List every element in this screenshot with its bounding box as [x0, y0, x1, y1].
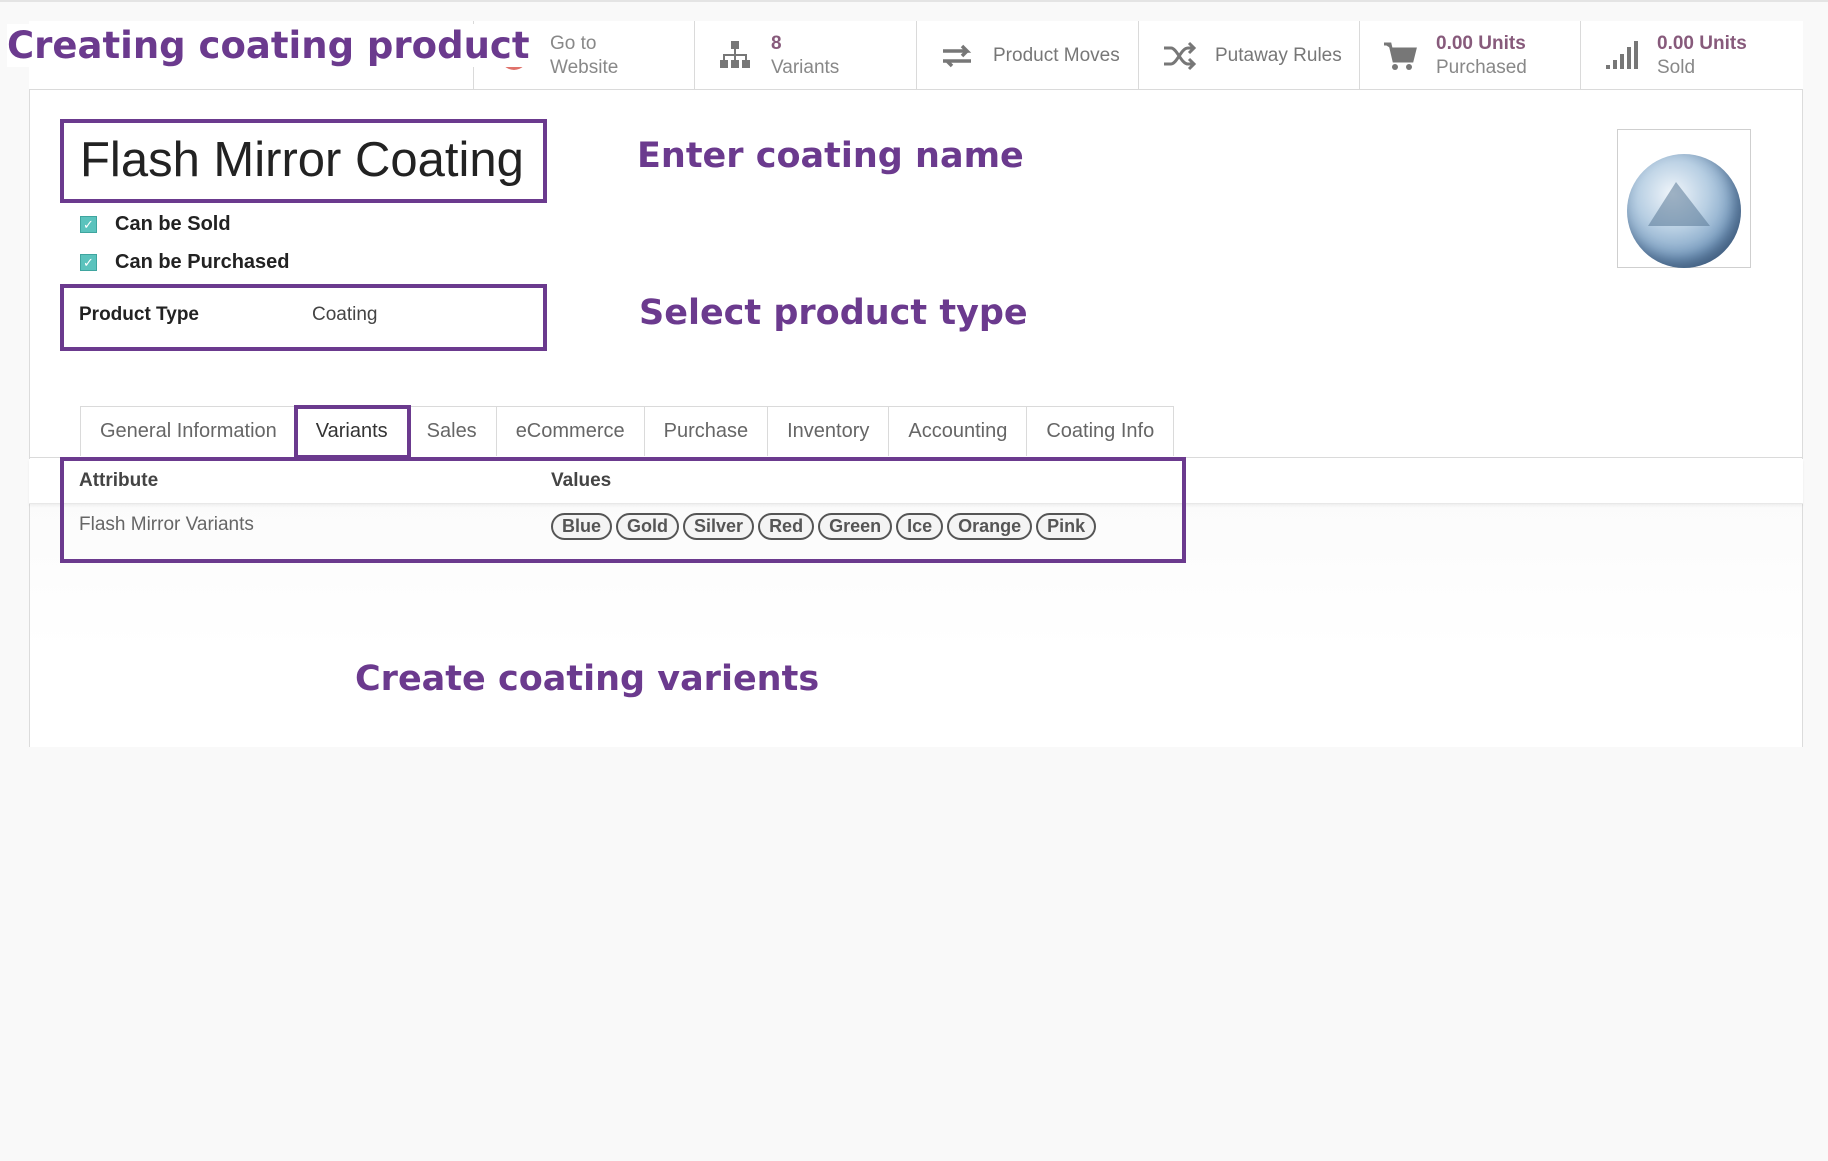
- tab-accounting[interactable]: Accounting: [888, 406, 1028, 456]
- can-be-sold-row: ✓ Can be Sold: [80, 213, 231, 236]
- tab-ecommerce[interactable]: eCommerce: [495, 406, 645, 456]
- highlight-variants-table: [60, 457, 1186, 563]
- annotation-title: Creating coating product: [7, 24, 536, 67]
- notebook-tabs: General Information Variants Sales eComm…: [80, 406, 1175, 456]
- putaway-rules-button[interactable]: Putaway Rules: [1138, 21, 1359, 90]
- units-sold-button[interactable]: 0.00 Units Sold: [1580, 21, 1803, 90]
- product-type-label: Product Type: [79, 304, 199, 325]
- tab-coating-info[interactable]: Coating Info: [1026, 406, 1175, 456]
- sitemap-icon: [720, 40, 750, 68]
- can-be-purchased-row: ✓ Can be Purchased: [80, 251, 290, 274]
- tab-general-information[interactable]: General Information: [80, 406, 297, 456]
- annotation-enter-name: Enter coating name: [637, 136, 1024, 176]
- tab-inventory[interactable]: Inventory: [767, 406, 890, 456]
- product-moves-button[interactable]: Product Moves: [916, 21, 1138, 90]
- variants-count: 8: [771, 32, 782, 54]
- product-type-select[interactable]: Coating: [312, 304, 378, 326]
- can-be-purchased-label: Can be Purchased: [115, 251, 290, 273]
- purchased-label: Purchased: [1436, 56, 1527, 78]
- putaway-rules-label: Putaway Rules: [1215, 44, 1342, 66]
- product-moves-label: Product Moves: [993, 44, 1120, 66]
- can-be-sold-label: Can be Sold: [115, 213, 231, 235]
- product-image[interactable]: [1617, 129, 1751, 268]
- highlight-variants-tab: [294, 405, 411, 459]
- website-line1: Go to: [550, 32, 597, 54]
- units-purchased-button[interactable]: 0.00 Units Purchased: [1359, 21, 1580, 90]
- product-name-field[interactable]: Flash Mirror Coating: [80, 132, 524, 188]
- cart-icon: [1384, 42, 1417, 70]
- variants-button[interactable]: 8 Variants: [694, 21, 916, 90]
- can-be-purchased-checkbox[interactable]: ✓: [80, 254, 97, 271]
- annotation-create-variants: Create coating varients: [355, 659, 820, 699]
- sold-value: 0.00 Units: [1657, 32, 1747, 54]
- annotation-select-type: Select product type: [639, 293, 1028, 333]
- signal-bars-icon: [1606, 40, 1638, 69]
- website-line2: Website: [550, 56, 619, 78]
- purchased-value: 0.00 Units: [1436, 32, 1526, 54]
- variants-label: Variants: [771, 56, 840, 78]
- tab-sales[interactable]: Sales: [406, 406, 497, 456]
- tab-purchase[interactable]: Purchase: [643, 406, 769, 456]
- top-border: [0, 0, 1828, 2]
- exchange-arrows-icon: [943, 44, 972, 67]
- sold-label: Sold: [1657, 56, 1696, 78]
- can-be-sold-checkbox[interactable]: ✓: [80, 216, 97, 233]
- shuffle-icon: [1164, 41, 1197, 70]
